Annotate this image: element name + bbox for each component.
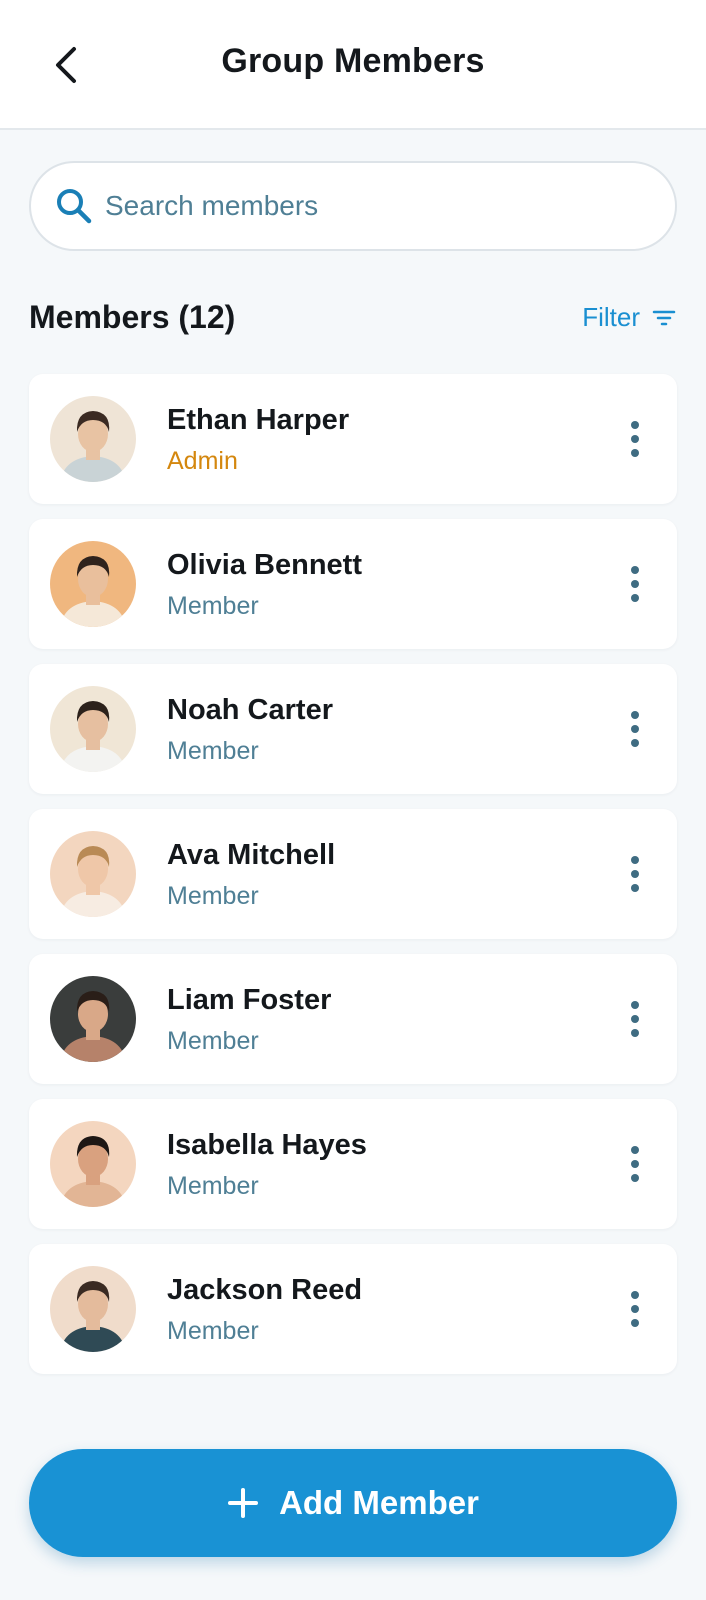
more-vertical-icon[interactable] — [617, 417, 653, 461]
avatar — [50, 831, 136, 917]
member-role: Admin — [167, 447, 238, 475]
member-name: Isabella Hayes — [167, 1129, 367, 1161]
member-role: Member — [167, 592, 259, 620]
add-member-button[interactable]: Add Member — [29, 1449, 677, 1557]
member-card[interactable]: Ethan Harper Admin — [29, 374, 677, 504]
member-card[interactable]: Olivia Bennett Member — [29, 519, 677, 649]
more-vertical-icon[interactable] — [617, 852, 653, 896]
member-name: Olivia Bennett — [167, 549, 362, 581]
member-list: Ethan Harper Admin Olivia Bennett Member Noa… — [29, 374, 677, 1389]
top-bar: Group Members — [0, 0, 706, 130]
more-vertical-icon[interactable] — [617, 562, 653, 606]
member-name: Ethan Harper — [167, 404, 350, 436]
member-role: Member — [167, 882, 259, 910]
more-vertical-icon[interactable] — [617, 1287, 653, 1331]
more-vertical-icon[interactable] — [617, 1142, 653, 1186]
search-input[interactable] — [105, 190, 625, 222]
more-vertical-icon[interactable] — [617, 707, 653, 751]
filter-lines-icon — [652, 310, 676, 325]
search-icon — [57, 189, 92, 224]
member-role: Member — [167, 1317, 259, 1345]
group-members-screen: Group Members Members (12) Filter Ethan … — [0, 0, 706, 1600]
member-card[interactable]: Ava Mitchell Member — [29, 809, 677, 939]
more-vertical-icon[interactable] — [617, 997, 653, 1041]
plus-icon — [228, 1488, 259, 1518]
member-role: Member — [167, 1027, 259, 1055]
member-card[interactable]: Isabella Hayes Member — [29, 1099, 677, 1229]
avatar — [50, 396, 136, 482]
add-member-label: Add Member — [279, 1484, 479, 1521]
avatar — [50, 1266, 136, 1352]
filter-label: Filter — [582, 302, 640, 332]
avatar — [50, 976, 136, 1062]
member-card[interactable]: Liam Foster Member — [29, 954, 677, 1084]
filter-button[interactable]: Filter — [582, 302, 676, 333]
member-role: Member — [167, 737, 259, 765]
member-card[interactable]: Jackson Reed Member — [29, 1244, 677, 1374]
member-role: Member — [167, 1172, 259, 1200]
members-count-heading: Members (12) — [29, 299, 236, 335]
search-bar[interactable] — [29, 161, 677, 251]
member-name: Noah Carter — [167, 694, 333, 726]
avatar — [50, 541, 136, 627]
member-name: Jackson Reed — [167, 1274, 363, 1306]
member-card[interactable]: Noah Carter Member — [29, 664, 677, 794]
member-name: Ava Mitchell — [167, 839, 336, 871]
avatar — [50, 686, 136, 772]
page-title: Group Members — [221, 42, 485, 80]
member-name: Liam Foster — [167, 984, 332, 1016]
avatar — [50, 1121, 136, 1207]
